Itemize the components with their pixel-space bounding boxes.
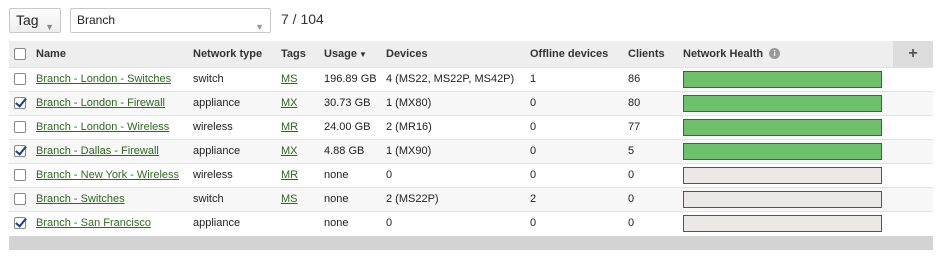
offline-devices-cell: 0 <box>530 169 537 181</box>
column-header-clients[interactable]: Clients <box>628 41 683 67</box>
tag-link[interactable]: MS <box>281 73 298 85</box>
network-name-link[interactable]: Branch - London - Switches <box>36 73 171 85</box>
offline-devices-cell: 1 <box>530 73 537 85</box>
clients-cell: 5 <box>628 145 635 157</box>
network-name-link[interactable]: Branch - London - Firewall <box>36 97 165 109</box>
network-name-link[interactable]: Branch - New York - Wireless <box>36 169 179 181</box>
tag-link[interactable]: MS <box>281 193 298 205</box>
column-header-network-health[interactable]: Network Health i <box>683 41 893 67</box>
column-header-offline-devices[interactable]: Offline devices <box>530 41 628 67</box>
column-header-devices[interactable]: Devices <box>386 41 530 67</box>
network-name-link[interactable]: Branch - Switches <box>36 193 125 205</box>
clients-cell: 77 <box>628 121 641 133</box>
networks-table: Name Network type Tags Usage ▼ Devices Of… <box>9 41 933 235</box>
network-type-cell: switch <box>193 193 224 205</box>
network-type-cell: appliance <box>193 145 241 157</box>
offline-devices-cell: 0 <box>530 97 537 109</box>
usage-cell: 4.88 GB <box>324 145 365 157</box>
table-row[interactable]: Branch - Dallas - Firewall appliance MX 4.8… <box>9 139 933 163</box>
row-checkbox[interactable] <box>14 121 26 134</box>
network-health-bar <box>683 166 882 184</box>
devices-cell: 0 <box>386 169 393 181</box>
sort-desc-icon: ▼ <box>359 49 367 59</box>
tag-filter-dropdown[interactable]: Tag ▼ <box>9 8 61 33</box>
row-checkbox[interactable] <box>14 97 26 110</box>
network-name-link[interactable]: Branch - London - Wireless <box>36 121 169 133</box>
network-type-cell: appliance <box>193 97 241 109</box>
usage-cell: 24.00 GB <box>324 121 371 133</box>
row-checkbox[interactable] <box>14 145 26 158</box>
usage-cell: none <box>324 169 349 181</box>
network-health-bar <box>683 190 882 208</box>
network-health-bar <box>683 70 882 88</box>
table-row[interactable]: Branch - London - Wireless wireless MR 24.0… <box>9 115 933 139</box>
usage-cell: none <box>324 217 349 230</box>
column-header-usage-label: Usage <box>324 47 358 60</box>
clients-cell: 80 <box>628 97 641 109</box>
table-row[interactable]: Branch - London - Firewall appliance MX 30.… <box>9 91 933 115</box>
network-health-bar <box>683 118 882 136</box>
chevron-down-icon: ▼ <box>45 22 54 32</box>
clients-cell: 0 <box>628 193 635 205</box>
network-type-cell: switch <box>193 73 224 85</box>
offline-devices-cell: 0 <box>530 121 537 133</box>
usage-cell: none <box>324 193 349 205</box>
row-checkbox[interactable] <box>14 193 26 206</box>
column-header-network-type[interactable]: Network type <box>193 41 281 67</box>
devices-cell: 0 <box>386 217 393 230</box>
network-health-bar <box>683 94 882 112</box>
devices-cell: 4 (MS22, MS22P, MS42P) <box>386 73 515 85</box>
network-health-bar <box>683 142 882 160</box>
devices-cell: 1 (MX90) <box>386 145 432 157</box>
tag-link[interactable]: MX <box>281 97 298 109</box>
devices-cell: 2 (MS22P) <box>386 193 439 205</box>
devices-cell: 1 (MX80) <box>386 97 432 109</box>
clients-cell: 86 <box>628 73 641 85</box>
table-row[interactable]: Branch - San Francisco appliance none 0 0 0 <box>9 211 933 235</box>
result-count: 7 / 104 <box>281 11 324 27</box>
row-checkbox[interactable] <box>14 217 26 230</box>
network-type-cell: wireless <box>193 169 233 181</box>
usage-cell: 196.89 GB <box>324 73 377 85</box>
row-checkbox[interactable] <box>14 73 26 86</box>
devices-cell: 2 (MR16) <box>386 121 432 133</box>
filter-bar: Tag ▼ Branch ▼ 7 / 104 <box>0 0 941 40</box>
tag-filter-label: Tag <box>16 12 39 28</box>
offline-devices-cell: 0 <box>530 145 537 157</box>
usage-cell: 30.73 GB <box>324 97 371 109</box>
add-column-button[interactable]: + <box>893 41 933 67</box>
clients-cell: 0 <box>628 217 635 230</box>
network-name-link[interactable]: Branch - Dallas - Firewall <box>36 145 159 157</box>
table-footer-bar <box>9 236 933 250</box>
table-row[interactable]: Branch - London - Switches switch MS 196.89… <box>9 67 933 91</box>
tag-search-input[interactable]: Branch ▼ <box>70 8 271 33</box>
column-header-tags[interactable]: Tags <box>281 41 324 67</box>
network-health-bar <box>683 214 882 232</box>
network-type-cell: appliance <box>193 217 241 230</box>
chevron-down-icon: ▼ <box>255 22 264 32</box>
tag-link[interactable]: MR <box>281 121 298 133</box>
tag-search-value: Branch <box>77 13 116 27</box>
table-row[interactable]: Branch - Switches switch MS none 2 (MS22P) 2 0 <box>9 187 933 211</box>
table-row[interactable]: Branch - New York - Wireless wireless MR no… <box>9 163 933 187</box>
select-all-checkbox[interactable] <box>14 47 26 60</box>
tag-link[interactable]: MR <box>281 169 298 181</box>
column-header-network-health-label: Network Health <box>683 47 764 60</box>
table-header-row: Name Network type Tags Usage ▼ Devices Of… <box>9 41 933 67</box>
column-header-name[interactable]: Name <box>36 41 193 67</box>
offline-devices-cell: 2 <box>530 193 537 205</box>
network-name-link[interactable]: Branch - San Francisco <box>36 217 151 229</box>
offline-devices-cell: 0 <box>530 217 537 230</box>
column-header-usage[interactable]: Usage ▼ <box>324 41 386 67</box>
tag-link[interactable]: MX <box>281 145 298 157</box>
network-type-cell: wireless <box>193 121 233 133</box>
info-icon[interactable]: i <box>769 48 781 60</box>
row-checkbox[interactable] <box>14 169 26 182</box>
clients-cell: 0 <box>628 169 635 181</box>
